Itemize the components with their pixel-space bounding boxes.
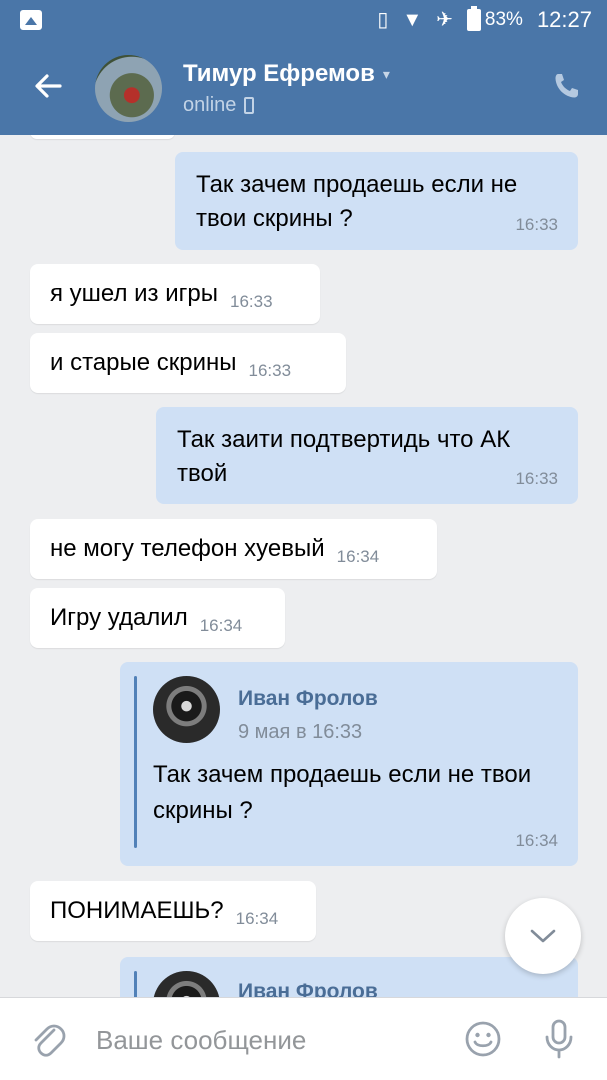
message-list[interactable]: Так зачем продаешь если не твои скрины ?…	[0, 135, 607, 997]
forward-indicator-bar	[134, 676, 137, 848]
battery-icon	[466, 6, 481, 31]
microphone-icon[interactable]	[543, 1018, 575, 1060]
gallery-notification-icon	[20, 10, 42, 30]
forward-text: Так зачем продаешь если не твои скрины ?	[153, 761, 532, 824]
chevron-down-icon: ▾	[382, 65, 390, 82]
status-icons: ▯ ▼ ✈ 83% 12:27	[377, 6, 592, 33]
forward-author-avatar[interactable]	[153, 971, 220, 997]
message-incoming[interactable]: Игру удалил 16:34	[30, 588, 285, 648]
message-time: 16:34	[515, 831, 558, 850]
presence-label: online	[183, 94, 237, 116]
message-time: 16:34	[336, 547, 380, 566]
battery-level: 83%	[484, 9, 523, 30]
message-incoming[interactable]: и старые скрины 16:33	[30, 333, 346, 393]
message-time: 16:34	[199, 616, 243, 635]
message-text: Игру удалил	[50, 604, 188, 631]
status-bar: ▯ ▼ ✈ 83% 12:27	[0, 0, 607, 40]
message-time: 16:34	[235, 909, 279, 928]
scroll-to-bottom-button[interactable]	[505, 898, 581, 974]
message-outgoing[interactable]: Так заити подтвертидь что АК твой 16:33	[156, 407, 578, 504]
message-tail	[30, 135, 175, 139]
forward-author-avatar[interactable]	[153, 676, 220, 743]
message-text: Так заити подтвертидь что АК твой	[177, 426, 511, 487]
message-outgoing-forwarded[interactable]: Иван Фролов	[120, 957, 578, 997]
emoji-icon[interactable]	[464, 1020, 502, 1058]
phone-icon[interactable]	[551, 70, 583, 102]
airplane-mode-icon: ✈	[436, 9, 453, 31]
forward-author-name[interactable]: Иван Фролов	[238, 975, 378, 997]
message-input[interactable]	[96, 1020, 436, 1060]
chat-header: Тимур Ефремов ▾ online	[0, 40, 607, 135]
forward-author-name[interactable]: Иван Фролов	[238, 682, 378, 716]
contact-name-label: Тимур Ефремов	[183, 60, 375, 87]
message-text: я ушел из игры	[50, 280, 218, 307]
wifi-icon: ▼	[402, 9, 423, 31]
vibrate-icon: ▯	[377, 9, 389, 31]
message-text: ПОНИМАЕШЬ?	[50, 897, 224, 924]
message-time: 16:33	[229, 292, 273, 311]
presence-status: online	[183, 94, 255, 117]
message-incoming[interactable]: ПОНИМАЕШЬ? 16:34	[30, 881, 316, 941]
message-outgoing-forwarded[interactable]: Иван Фролов 9 мая в 16:33 Так зачем прод…	[120, 662, 578, 866]
forward-indicator-bar	[134, 971, 137, 997]
back-arrow-icon[interactable]	[30, 68, 66, 104]
mobile-device-icon	[244, 97, 255, 114]
paperclip-icon[interactable]	[30, 1020, 66, 1060]
contact-name[interactable]: Тимур Ефремов ▾	[183, 60, 390, 88]
message-time: 16:33	[248, 361, 292, 380]
message-incoming[interactable]: не могу телефон хуевый 16:34	[30, 519, 437, 579]
message-time: 16:33	[515, 215, 558, 234]
message-text: и старые скрины	[50, 349, 237, 376]
message-outgoing[interactable]: Так зачем продаешь если не твои скрины ?…	[175, 152, 578, 250]
message-text: Так зачем продаешь если не твои скрины ?	[196, 171, 518, 232]
message-time: 16:33	[515, 469, 558, 488]
forward-date: 9 мая в 16:33	[238, 721, 363, 743]
message-text: не могу телефон хуевый	[50, 535, 325, 562]
contact-avatar[interactable]	[95, 55, 162, 122]
chevron-down-icon	[530, 929, 556, 943]
message-composer	[0, 997, 607, 1080]
clock: 12:27	[536, 7, 592, 32]
message-incoming[interactable]: я ушел из игры 16:33	[30, 264, 320, 324]
